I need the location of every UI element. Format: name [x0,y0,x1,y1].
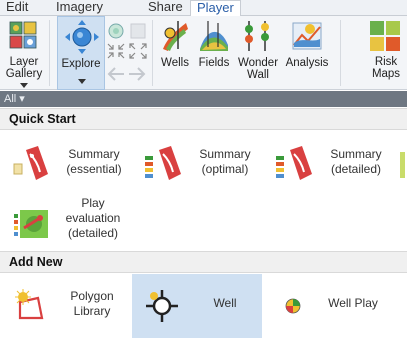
ribbon-separator [152,20,153,86]
explore-pan-icon [65,20,99,54]
chevron-down-icon [20,83,28,88]
fields-icon [200,21,228,51]
layer-gallery-button[interactable]: Layer Gallery [1,16,47,90]
list-item[interactable]: Summary (essential) [0,132,130,196]
list-item[interactable]: Well Play [263,274,407,338]
fields-button[interactable]: Fields [196,16,232,90]
wonder-wall-button[interactable]: Wonder Wall [233,16,283,90]
list-item-label: Summary (optimal) [199,147,251,176]
expand-arrows-icon[interactable] [129,43,147,59]
explore-button[interactable]: Explore [57,16,105,90]
tab-player[interactable]: Player [190,0,241,17]
layer-gallery-icon [9,21,37,49]
tab-share[interactable]: Share [142,0,189,16]
risk-maps-label: Risk Maps [371,56,401,80]
partial-template-icon [400,152,405,178]
wells-button[interactable]: Wells [156,16,194,90]
list-item[interactable]: Play evaluation (detailed) [0,196,130,252]
risk-maps-button[interactable]: Risk Maps [365,16,407,90]
list-item-label: Well [213,296,237,310]
back-arrow-icon[interactable] [106,66,126,82]
well-icon [146,290,178,322]
list-item[interactable]: Summary (optimal) [131,132,261,196]
list-item-label: Summary (essential) [66,147,122,176]
ribbon-separator [49,20,50,86]
layer-gallery-label: Layer Gallery [5,56,43,80]
analysis-button[interactable]: Analysis [283,16,331,90]
analysis-label: Analysis [285,57,329,69]
summary-template-icon [276,146,312,180]
wells-icon [163,21,188,51]
ribbon: Layer Gallery Explore Wells Fields Wonde… [0,16,407,90]
well-play-icon [285,298,301,314]
ribbon-separator [340,20,341,86]
tab-imagery[interactable]: Imagery [50,0,109,16]
wells-label: Wells [161,57,189,69]
wonder-wall-icon [245,21,269,51]
analysis-icon [292,22,322,50]
explore-label: Explore [61,58,101,70]
wonder-wall-label: Wonder Wall [237,57,279,81]
quick-start-header: Quick Start [0,108,407,130]
filter-dropdown[interactable]: All ▾ [4,92,25,105]
filter-bar[interactable]: All ▾ [0,91,407,107]
ribbon-tabs: Edit Imagery Share Player [0,0,407,17]
tab-edit[interactable]: Edit [0,0,34,16]
chevron-down-icon [78,79,86,84]
list-item-label: Play evaluation (detailed) [65,196,121,240]
collapse-arrows-icon[interactable] [107,43,125,59]
polygon-library-icon [15,289,44,320]
list-item-label: Polygon Library [70,289,114,318]
list-item-label: Summary (detailed) [330,147,382,176]
blank-tool-icon[interactable] [130,23,146,39]
fields-label: Fields [198,57,230,69]
play-evaluation-icon [14,210,48,238]
risk-maps-icon [370,21,400,51]
add-new-header: Add New [0,251,407,273]
list-item[interactable]: Summary (detailed) [262,132,392,196]
forward-arrow-icon[interactable] [127,66,147,82]
zoom-view-icon[interactable] [107,22,125,40]
list-item-label: Well Play [328,296,378,310]
list-item[interactable]: Polygon Library [0,274,131,338]
summary-template-icon [145,146,181,180]
list-item[interactable]: Well [132,274,262,338]
summary-template-icon [13,146,48,180]
